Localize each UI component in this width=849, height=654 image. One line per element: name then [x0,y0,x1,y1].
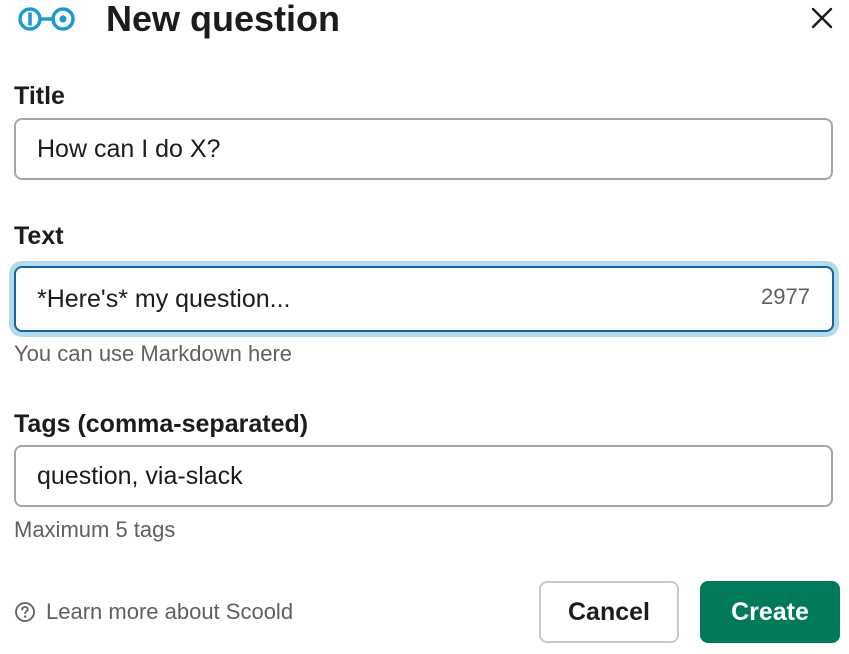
tags-label: Tags (comma-separated) [14,410,309,438]
learn-more-text: Learn more about Scoold [46,599,294,624]
tags-input[interactable] [16,447,831,505]
title-field-container [14,118,833,180]
text-label: Text [14,222,64,250]
modal-header: New question [14,0,840,40]
character-counter: 2977 [761,284,810,309]
learn-more-link[interactable]: Learn more about Scoold [14,598,293,626]
tags-hint: Maximum 5 tags [14,517,176,542]
scoold-logo-icon [18,7,75,31]
markdown-hint: You can use Markdown here [14,341,293,366]
text-field-container: 2977 [14,266,834,332]
tags-field-container [14,445,833,507]
new-question-modal: New question Title Text 2977 You can use… [0,0,849,654]
close-icon[interactable] [808,4,836,32]
title-input[interactable] [16,120,831,178]
title-label: Title [14,82,65,110]
modal-title: New question [106,0,341,39]
question-circle-icon [15,602,35,622]
create-button[interactable]: Create [700,581,840,643]
cancel-button[interactable]: Cancel [539,581,679,643]
text-input[interactable] [16,268,832,330]
